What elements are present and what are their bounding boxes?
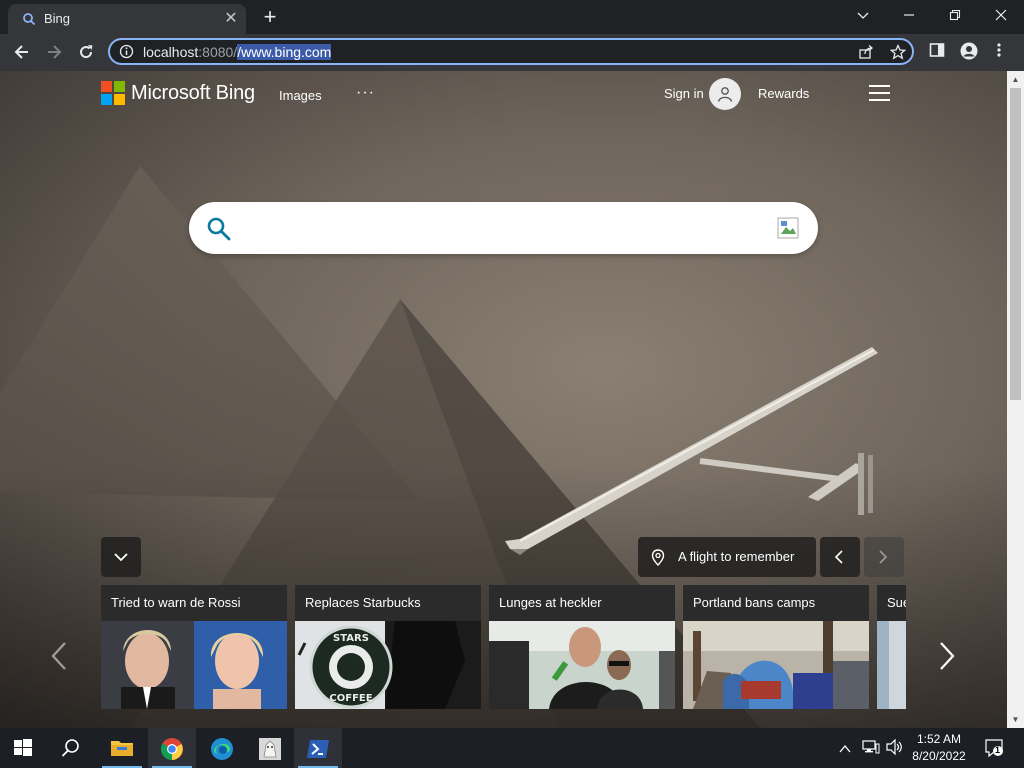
news-card[interactable]: Tried to warn de Rossi xyxy=(101,585,287,709)
news-card-title: Tried to warn de Rossi xyxy=(111,595,241,610)
nav-more-button[interactable]: ··· xyxy=(356,84,375,102)
news-card[interactable]: Replaces Starbucks STARS COFFEE xyxy=(295,585,481,709)
sign-in-link[interactable]: Sign in xyxy=(664,86,704,101)
taskbar-edge[interactable] xyxy=(198,728,246,768)
share-icon[interactable] xyxy=(858,44,874,65)
news-carousel: Tried to warn de Rossi Replaces Starbuck… xyxy=(101,585,906,710)
bing-page: Microsoft Bing Images ··· Sign in Reward… xyxy=(0,71,1007,728)
tab-close-icon[interactable]: ✕ xyxy=(220,8,242,30)
news-card-title: Portland bans camps xyxy=(693,595,816,610)
edge-icon xyxy=(211,738,233,760)
minimize-button[interactable] xyxy=(886,0,932,30)
tab-title: Bing xyxy=(44,11,71,26)
next-image-button[interactable] xyxy=(864,537,904,577)
news-card-image xyxy=(683,621,869,709)
url-port: :8080/ xyxy=(198,44,238,60)
image-caption-button[interactable]: A flight to remember xyxy=(638,537,816,577)
address-bar[interactable]: localhost:8080//www.bing.com xyxy=(108,38,914,65)
taskbar-chrome[interactable] xyxy=(148,728,196,768)
news-card-image xyxy=(877,621,906,709)
news-card[interactable]: Lunges at heckler xyxy=(489,585,675,709)
address-url[interactable]: localhost:8080//www.bing.com xyxy=(143,44,332,60)
close-window-button[interactable] xyxy=(978,0,1024,30)
clock-time: 1:52 AM xyxy=(916,732,962,746)
reload-button[interactable] xyxy=(72,38,100,66)
start-button[interactable] xyxy=(0,728,48,768)
bookmark-star-icon[interactable] xyxy=(889,43,907,65)
nav-images-link[interactable]: Images xyxy=(279,88,322,103)
tab-search-chevron-icon[interactable] xyxy=(840,0,886,30)
url-host: localhost xyxy=(143,44,199,60)
chevron-left-icon xyxy=(834,550,843,564)
browser-toolbar: localhost:8080//www.bing.com xyxy=(0,34,1024,71)
new-tab-button[interactable]: + xyxy=(258,6,282,30)
news-card[interactable]: Sue xyxy=(877,585,906,709)
starbucks-badge-bottom: COFFEE xyxy=(329,693,372,704)
visual-search-broken-image-icon[interactable] xyxy=(777,217,799,244)
news-card-title: Replaces Starbucks xyxy=(305,595,421,610)
news-card[interactable]: Portland bans camps xyxy=(683,585,869,709)
scrollbar-thumb[interactable] xyxy=(1010,88,1021,400)
side-panel-icon[interactable] xyxy=(929,42,945,63)
user-avatar-icon[interactable] xyxy=(709,78,741,110)
taskbar-powershell[interactable] xyxy=(294,728,342,768)
search-icon xyxy=(61,739,79,757)
search-box xyxy=(189,202,818,254)
page-scrollbar[interactable]: ▲ ▼ xyxy=(1007,71,1024,728)
previous-image-button[interactable] xyxy=(820,537,860,577)
network-icon[interactable] xyxy=(862,739,880,760)
search-icon[interactable] xyxy=(206,216,232,247)
tab-strip: Bing ✕ + xyxy=(0,0,1024,34)
volume-icon[interactable] xyxy=(886,738,904,760)
starbucks-badge-top: STARS xyxy=(333,633,369,644)
chrome-icon xyxy=(161,738,183,760)
image-caption-text: A flight to remember xyxy=(678,549,795,564)
windows-logo-icon xyxy=(14,739,32,756)
collapse-feed-button[interactable] xyxy=(101,537,141,577)
restore-button[interactable] xyxy=(932,0,978,30)
windows-taskbar: 1:52 AM 8/20/2022 1 xyxy=(0,728,1024,768)
location-pin-icon xyxy=(651,549,665,566)
carousel-prev-arrow-icon[interactable] xyxy=(50,641,68,671)
scroll-up-arrow-icon[interactable]: ▲ xyxy=(1007,71,1024,88)
app-icon xyxy=(259,738,281,760)
url-path-selected: /www.bing.com xyxy=(237,44,332,60)
bing-brand[interactable]: Microsoft Bing xyxy=(131,82,255,105)
show-hidden-icons-chevron-icon[interactable] xyxy=(839,741,851,759)
news-card-image: STARS COFFEE xyxy=(295,621,481,709)
chevron-down-icon xyxy=(114,553,128,562)
back-button[interactable] xyxy=(8,38,36,66)
news-card-title: Lunges at heckler xyxy=(499,595,602,610)
news-card-image xyxy=(101,621,287,709)
forward-button[interactable] xyxy=(40,38,68,66)
clock-date: 8/20/2022 xyxy=(912,749,966,763)
folder-icon xyxy=(111,741,133,756)
scroll-down-arrow-icon[interactable]: ▼ xyxy=(1007,711,1024,728)
site-info-icon[interactable] xyxy=(119,44,134,64)
search-input[interactable] xyxy=(241,214,765,244)
taskbar-app-cat[interactable] xyxy=(246,728,294,768)
powershell-icon xyxy=(307,740,329,758)
news-card-image xyxy=(489,621,675,709)
action-center-icon[interactable]: 1 xyxy=(984,738,1004,763)
taskbar-search-button[interactable] xyxy=(48,728,96,768)
carousel-next-arrow-icon[interactable] xyxy=(938,641,956,671)
taskbar-file-explorer[interactable] xyxy=(98,728,146,768)
rewards-link[interactable]: Rewards xyxy=(758,86,809,101)
chevron-right-icon xyxy=(879,550,888,564)
hamburger-menu-icon[interactable] xyxy=(869,85,890,101)
tab-bing[interactable]: Bing ✕ xyxy=(8,4,246,34)
search-icon xyxy=(22,12,36,26)
notification-count: 1 xyxy=(995,745,1001,755)
chrome-menu-icon[interactable] xyxy=(996,42,1002,63)
system-clock[interactable]: 1:52 AM 8/20/2022 xyxy=(906,731,972,765)
profile-icon[interactable] xyxy=(960,42,978,65)
news-card-title: Sue xyxy=(887,595,906,610)
